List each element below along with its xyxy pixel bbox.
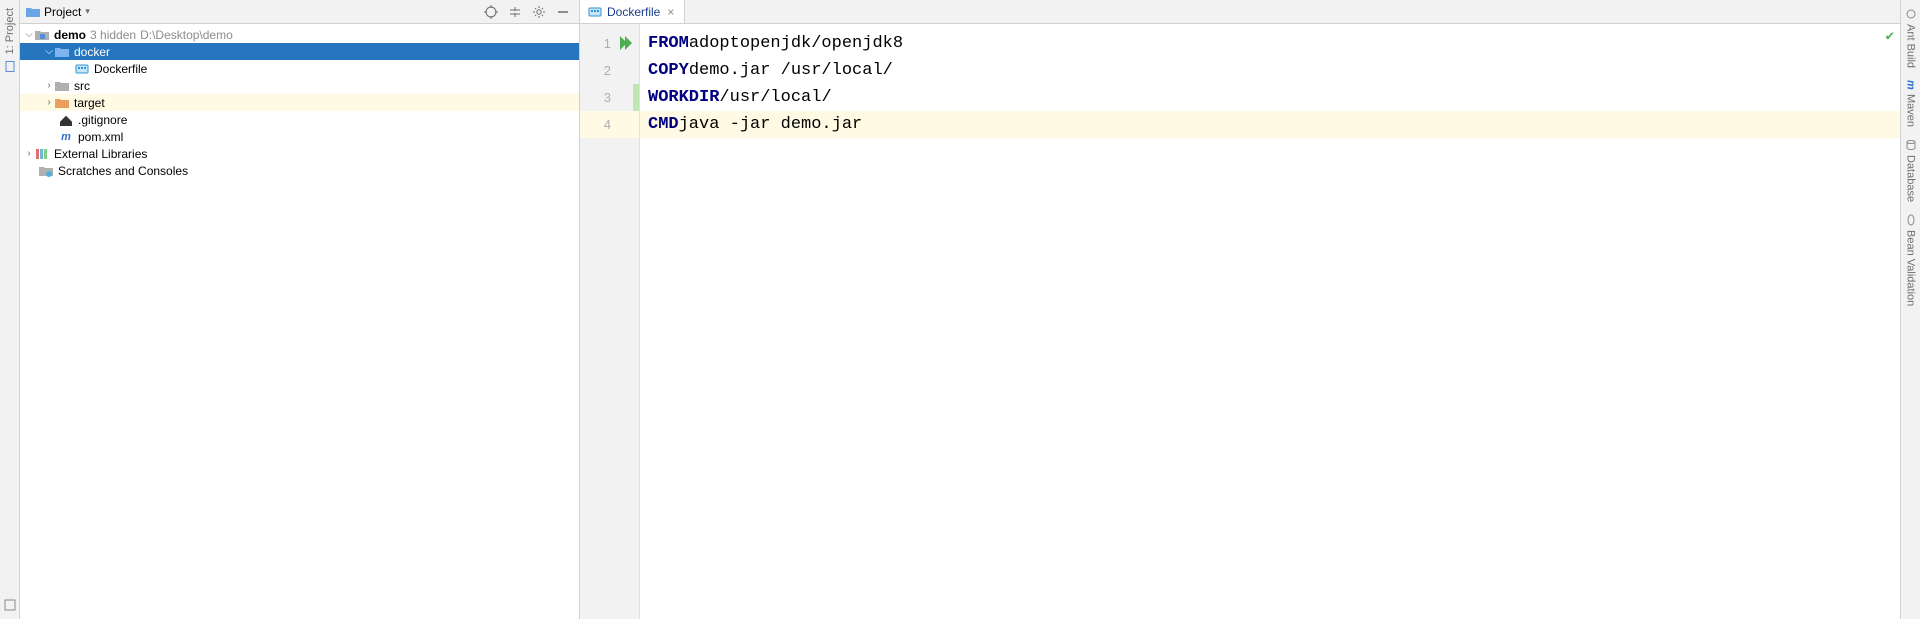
chevron-down-icon[interactable]: ⌵ [24, 29, 34, 40]
bean-validation-label: Bean Validation [1905, 230, 1917, 306]
ant-build-label: Ant Build [1905, 24, 1917, 68]
bean-validation-tab[interactable]: Bean Validation [1903, 208, 1919, 312]
code-text: /usr/local/ [719, 88, 831, 107]
close-tab-icon[interactable]: × [665, 5, 676, 19]
tree-root-name: demo [54, 28, 86, 42]
project-tool-tab[interactable]: 1: Project [0, 2, 20, 80]
database-label: Database [1905, 155, 1917, 202]
gutter-line[interactable]: 4 [580, 111, 639, 138]
editor-tabs: Dockerfile × [580, 0, 1900, 24]
maven-label: Maven [1905, 94, 1917, 127]
tree-item-label: External Libraries [54, 147, 147, 161]
line-number: 2 [604, 63, 611, 78]
dockerfile-icon [588, 6, 602, 18]
gutter-line[interactable]: 2 [580, 57, 639, 84]
database-tab[interactable]: Database [1903, 133, 1919, 208]
project-view-selector[interactable]: Project ▾ [26, 5, 90, 19]
collapse-icon[interactable] [505, 2, 525, 22]
tree-item-label: pom.xml [78, 130, 123, 144]
tree-scratches[interactable]: Scratches and Consoles [20, 162, 579, 179]
tree-item-label: docker [74, 45, 110, 59]
tree-target-folder[interactable]: › target [20, 94, 579, 111]
maven-icon: m [1905, 80, 1917, 90]
gutter-line[interactable]: 3 [580, 84, 639, 111]
gitignore-icon [58, 112, 74, 128]
chevron-down-icon[interactable]: ⌵ [44, 46, 54, 57]
left-tool-strip: 1: Project [0, 0, 20, 619]
hide-icon[interactable] [553, 2, 573, 22]
tree-pom[interactable]: m pom.xml [20, 128, 579, 145]
chevron-right-icon[interactable]: › [44, 80, 54, 91]
code-line[interactable]: WORKDIR /usr/local/ [640, 84, 1900, 111]
tree-item-label: target [74, 96, 105, 110]
excluded-folder-icon [54, 95, 70, 111]
maven-tab[interactable]: m Maven [1903, 74, 1919, 133]
code-text: java -jar demo.jar [679, 115, 863, 134]
code-area[interactable]: ✔ FROM adoptopenjdk/openjdk8 COPY demo.j… [640, 24, 1900, 619]
tree-external-libraries[interactable]: › External Libraries [20, 145, 579, 162]
code-text: adoptopenjdk/openjdk8 [689, 34, 903, 53]
project-icon [2, 58, 18, 74]
dropdown-icon: ▾ [85, 6, 90, 17]
project-tree[interactable]: ⌵ demo 3 hidden D:\Desktop\demo ⌵ docker… [20, 24, 579, 619]
maven-icon: m [58, 129, 74, 145]
project-panel: Project ▾ ⌵ demo 3 hidden D:\Desktop\dem… [20, 0, 580, 619]
tree-root[interactable]: ⌵ demo 3 hidden D:\Desktop\demo [20, 26, 579, 43]
project-panel-title: Project [44, 5, 81, 19]
run-icon[interactable] [617, 34, 635, 52]
tree-root-hidden: 3 hidden [90, 28, 136, 42]
line-number: 4 [604, 117, 611, 132]
ant-build-tab[interactable]: Ant Build [1903, 2, 1919, 74]
tree-item-label: Scratches and Consoles [58, 164, 188, 178]
folder-icon [54, 44, 70, 60]
tree-item-label: Dockerfile [94, 62, 147, 76]
database-icon [1905, 139, 1917, 151]
gutter-line[interactable]: 1 [580, 30, 639, 57]
tree-item-label: src [74, 79, 90, 93]
vcs-added-marker [633, 84, 639, 111]
code-line[interactable]: FROM adoptopenjdk/openjdk8 [640, 30, 1900, 57]
ant-icon [1905, 8, 1917, 20]
line-number: 1 [604, 36, 611, 51]
keyword: FROM [648, 34, 689, 53]
libraries-icon [34, 146, 50, 162]
gear-icon[interactable] [529, 2, 549, 22]
tree-dockerfile[interactable]: Dockerfile [20, 60, 579, 77]
code-line[interactable]: COPY demo.jar /usr/local/ [640, 57, 1900, 84]
tree-root-path: D:\Desktop\demo [140, 28, 233, 42]
folder-icon [26, 6, 40, 18]
bean-icon [1905, 214, 1917, 226]
editor-body: 1 2 3 4 ✔ FROM adoptopenjdk/openjdk8 [580, 24, 1900, 619]
chevron-right-icon[interactable]: › [24, 148, 34, 159]
editor-area: Dockerfile × 1 2 3 4 ✔ [580, 0, 1900, 619]
tree-docker-folder[interactable]: ⌵ docker [20, 43, 579, 60]
locate-icon[interactable] [481, 2, 501, 22]
module-folder-icon [34, 27, 50, 43]
code-line-current[interactable]: CMD java -jar demo.jar [640, 111, 1900, 138]
chevron-right-icon[interactable]: › [44, 97, 54, 108]
project-tool-tab-label: 1: Project [4, 8, 16, 54]
gutter: 1 2 3 4 [580, 24, 640, 619]
tab-dockerfile[interactable]: Dockerfile × [580, 0, 685, 23]
keyword: WORKDIR [648, 88, 719, 107]
line-number: 3 [604, 90, 611, 105]
keyword: COPY [648, 61, 689, 80]
tree-src-folder[interactable]: › src [20, 77, 579, 94]
code-text: demo.jar /usr/local/ [689, 61, 893, 80]
keyword: CMD [648, 115, 679, 134]
structure-icon[interactable] [2, 597, 18, 613]
inspections-ok-icon[interactable]: ✔ [1886, 28, 1894, 45]
right-tool-strip: Ant Build m Maven Database Bean Validati… [1900, 0, 1920, 619]
tree-gitignore[interactable]: .gitignore [20, 111, 579, 128]
dockerfile-icon [74, 61, 90, 77]
tree-item-label: .gitignore [78, 113, 127, 127]
tab-label: Dockerfile [607, 5, 660, 19]
project-panel-header: Project ▾ [20, 0, 579, 24]
folder-icon [54, 78, 70, 94]
scratches-icon [38, 163, 54, 179]
